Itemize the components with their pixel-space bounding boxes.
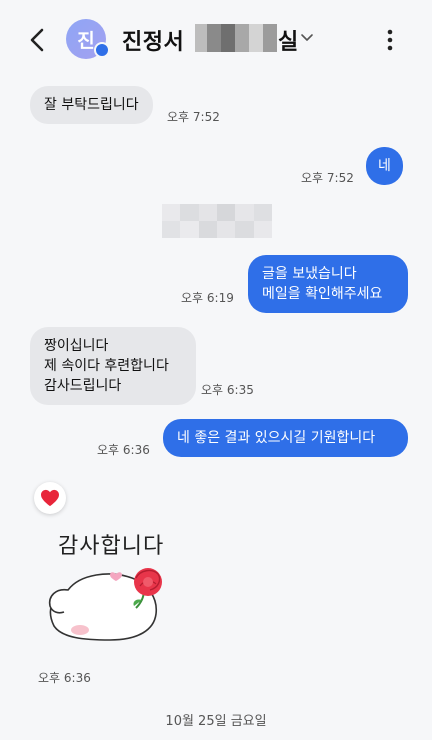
- avatar-badge-icon: [94, 42, 110, 58]
- message-time: 오후 7:52: [301, 171, 354, 185]
- message-bubble-incoming[interactable]: 잘 부탁드립니다: [30, 86, 153, 124]
- message-bubble-outgoing[interactable]: 네 좋은 결과 있으시길 기원합니다: [163, 419, 408, 457]
- message-time: 오후 7:52: [167, 110, 220, 124]
- message-time: 오후 6:36: [97, 443, 150, 457]
- back-icon[interactable]: [22, 24, 54, 56]
- chat-header: 진 진정서 실: [0, 0, 432, 80]
- message-bubble-incoming[interactable]: 짱이십니다 제 속이다 후련합니다 감사드립니다: [30, 327, 196, 405]
- contact-name[interactable]: 진정서: [122, 24, 184, 56]
- chevron-down-icon[interactable]: [298, 28, 316, 46]
- date-divider: 10월 25일 금요일: [165, 714, 267, 729]
- heart-icon: [41, 489, 59, 507]
- contact-name-redacted: [195, 24, 277, 52]
- sticker-bunny-with-flower-icon: [48, 568, 162, 641]
- message-bubble-outgoing[interactable]: 네: [366, 147, 403, 185]
- date-header-redacted: [162, 204, 272, 238]
- message-time: 오후 6:36: [38, 671, 91, 685]
- message-time: 오후 6:35: [201, 383, 254, 397]
- heart-reaction[interactable]: [34, 482, 66, 514]
- message-bubble-outgoing[interactable]: 글을 보냈습니다 메일을 확인해주세요: [248, 255, 408, 313]
- chat-screen: 진 진정서 실 잘 부탁드립니다 오후 7:52 네 오후 7:52 글을 보냈…: [0, 0, 432, 740]
- sticker-message[interactable]: 감사합니다: [40, 518, 180, 653]
- contact-name-suffix: 실: [278, 30, 299, 55]
- more-vertical-icon[interactable]: [380, 26, 400, 54]
- message-time: 오후 6:19: [181, 291, 234, 305]
